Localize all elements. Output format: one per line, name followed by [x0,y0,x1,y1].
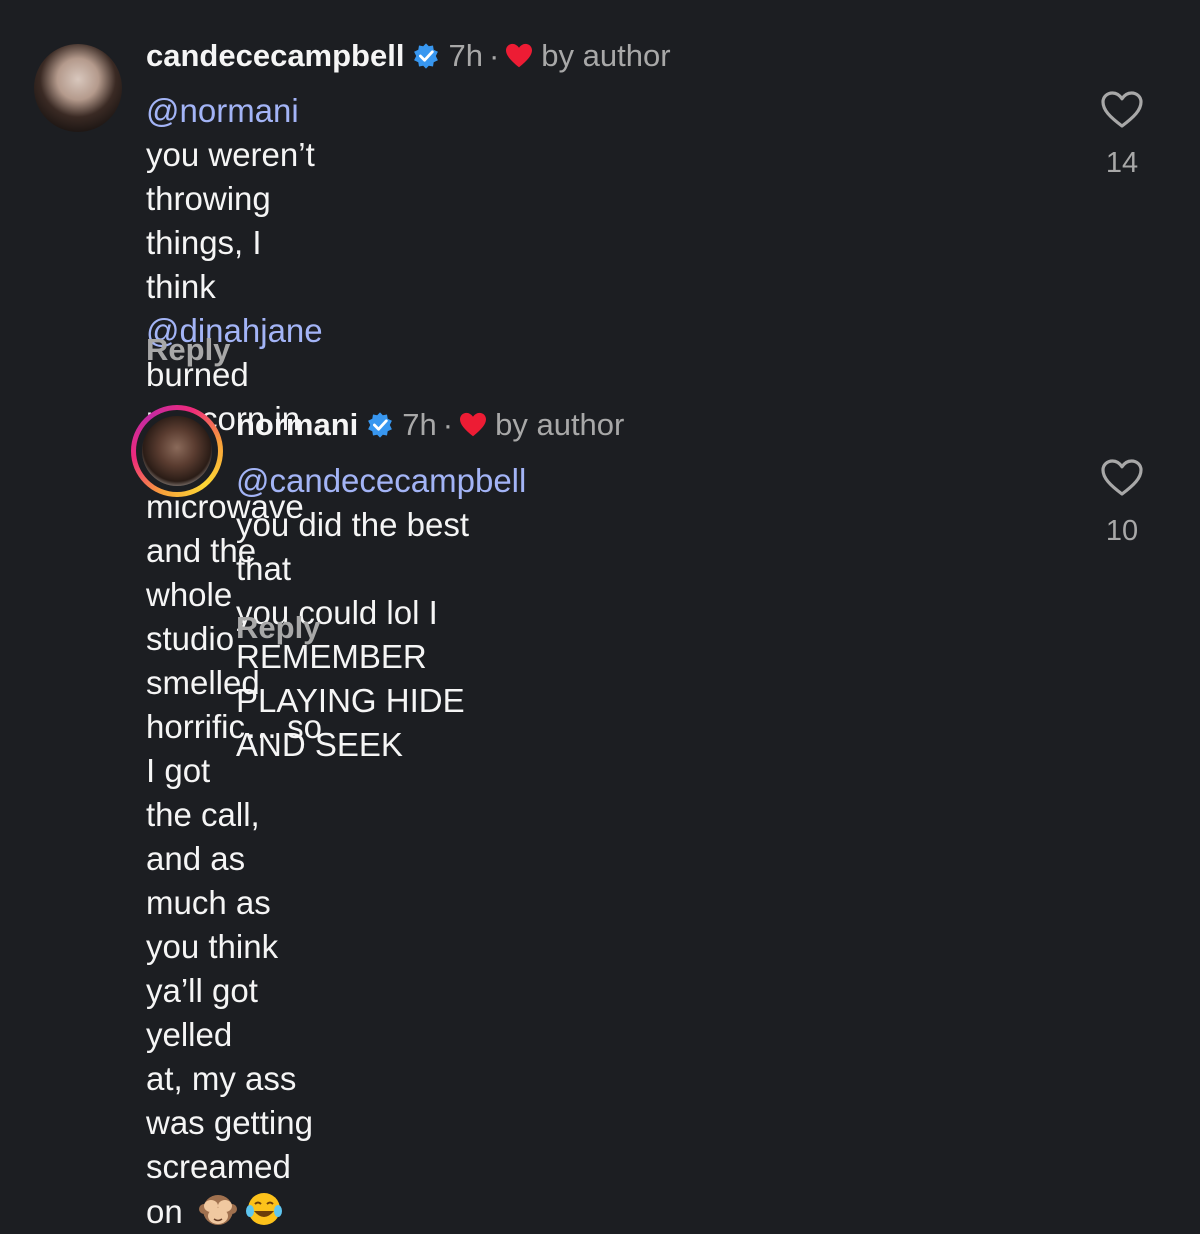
text-line: AND SEEK [236,723,526,767]
text-line: the call, and as much as you think ya’ll… [146,793,323,1057]
liked-by-author: by author [541,38,671,73]
like-heart-icon[interactable] [1100,458,1144,498]
avatar[interactable] [34,44,122,132]
mention-link[interactable]: @candececampbell [236,462,526,499]
like-column: 14 [1092,90,1152,180]
line-text: the call, and as much as you think ya’ll… [146,796,279,1053]
avatar[interactable] [142,416,212,486]
username[interactable]: candececampbell [146,38,404,74]
text-line: at, my ass was getting screamed on [146,1057,323,1234]
text-line: @candececampbell you did the best that [236,459,526,591]
line-text: you did the best that [236,506,469,587]
separator: · [442,407,454,442]
reply-button[interactable]: Reply [236,610,320,646]
text-line: @normani you weren’t throwing things, I … [146,89,323,309]
verified-badge-icon [368,412,393,438]
like-count: 14 [1105,147,1139,179]
like-count: 10 [1105,515,1139,547]
reply-button[interactable]: Reply [146,332,230,368]
tears-of-joy-icon [245,1193,282,1225]
verified-badge-icon [414,43,439,69]
see-no-evil-monkey-icon [198,1195,237,1225]
timestamp: 7h [402,407,437,442]
story-ring[interactable] [131,405,223,497]
timestamp: 7h [448,38,483,73]
author-heart-icon [506,43,533,68]
liked-by-author: by author [495,407,625,442]
like-heart-icon[interactable] [1100,90,1144,130]
line-text: AND SEEK [236,726,403,763]
mention-link[interactable]: @normani [146,92,299,129]
author-heart-icon [460,412,487,437]
username[interactable]: normani [236,407,358,443]
separator: · [488,38,500,73]
comment-header: candececampbell 7h · by author [146,38,671,74]
comment-header: normani 7h · by author [236,407,624,443]
line-text: you weren’t throwing things, I think [146,136,315,305]
story-ring-gap [136,410,218,492]
like-column: 10 [1092,458,1152,548]
